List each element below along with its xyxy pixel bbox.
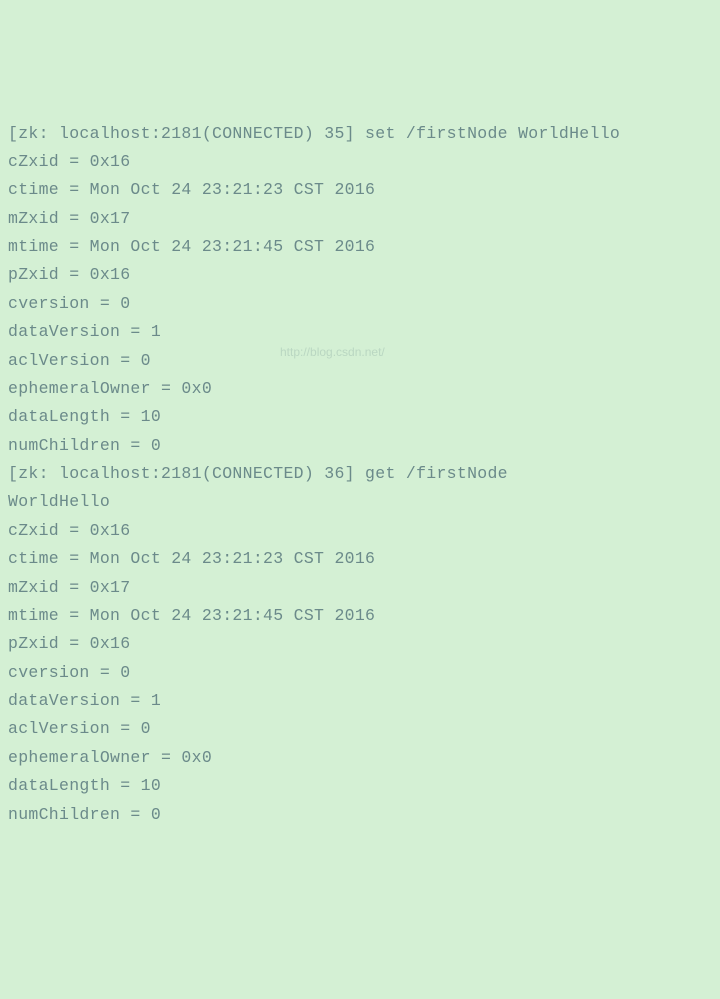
terminal-line: dataLength = 10 — [8, 772, 712, 800]
terminal-line: numChildren = 0 — [8, 432, 712, 460]
terminal-line: ephemeralOwner = 0x0 — [8, 744, 712, 772]
terminal-output: [zk: localhost:2181(CONNECTED) 35] set /… — [8, 120, 712, 829]
terminal-line: mZxid = 0x17 — [8, 205, 712, 233]
terminal-line: mtime = Mon Oct 24 23:21:45 CST 2016 — [8, 602, 712, 630]
terminal-line: mtime = Mon Oct 24 23:21:45 CST 2016 — [8, 233, 712, 261]
terminal-line: aclVersion = 0 — [8, 715, 712, 743]
terminal-line: pZxid = 0x16 — [8, 630, 712, 658]
watermark-text: http://blog.csdn.net/ — [280, 342, 385, 363]
terminal-line: cZxid = 0x16 — [8, 517, 712, 545]
terminal-line: dataVersion = 1 — [8, 687, 712, 715]
terminal-line: dataLength = 10 — [8, 403, 712, 431]
terminal-line: ctime = Mon Oct 24 23:21:23 CST 2016 — [8, 176, 712, 204]
terminal-line: ephemeralOwner = 0x0 — [8, 375, 712, 403]
terminal-line: [zk: localhost:2181(CONNECTED) 36] get /… — [8, 460, 712, 488]
terminal-line: [zk: localhost:2181(CONNECTED) 35] set /… — [8, 120, 712, 148]
terminal-line: cZxid = 0x16 — [8, 148, 712, 176]
terminal-line: numChildren = 0 — [8, 801, 712, 829]
terminal-line: ctime = Mon Oct 24 23:21:23 CST 2016 — [8, 545, 712, 573]
terminal-line: pZxid = 0x16 — [8, 261, 712, 289]
terminal-line: cversion = 0 — [8, 659, 712, 687]
terminal-line: WorldHello — [8, 488, 712, 516]
terminal-line: cversion = 0 — [8, 290, 712, 318]
terminal-line: mZxid = 0x17 — [8, 574, 712, 602]
